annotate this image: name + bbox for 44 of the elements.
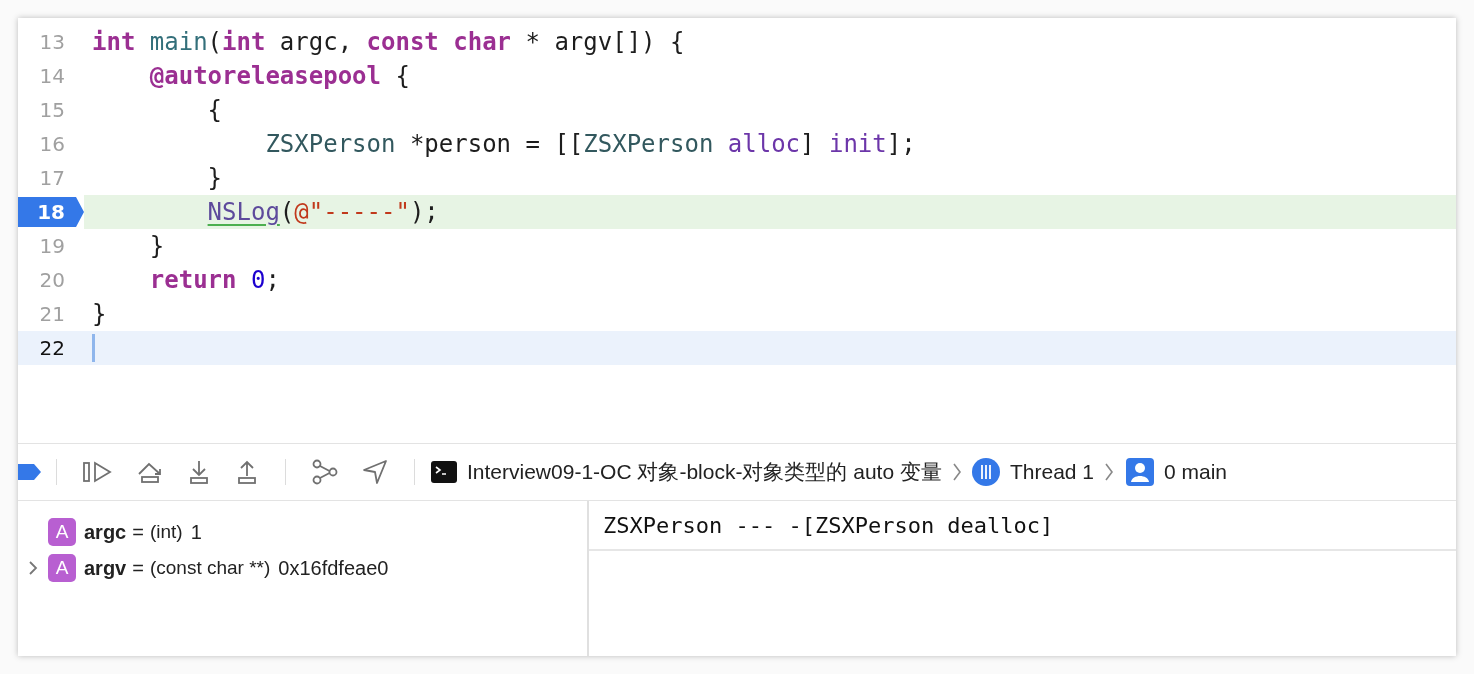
frame-name[interactable]: 0 main bbox=[1164, 460, 1228, 484]
thread-icon bbox=[971, 458, 1000, 486]
thread-name[interactable]: Thread 1 bbox=[1009, 460, 1094, 484]
equals-sign: = bbox=[132, 520, 144, 544]
location-button[interactable] bbox=[361, 458, 389, 486]
line-number: 20 bbox=[38, 267, 66, 294]
variable-badge: A bbox=[48, 518, 76, 546]
code-line: } bbox=[148, 232, 165, 260]
line-number: 17 bbox=[38, 165, 66, 192]
breakpoints-toggle-icon[interactable] bbox=[18, 463, 42, 481]
line-number: 16 bbox=[38, 131, 66, 158]
variable-name: argc bbox=[84, 520, 127, 544]
step-over-button[interactable] bbox=[136, 460, 164, 484]
variable-type: (const char **) bbox=[149, 557, 271, 579]
code-line: NSLog(@"-----"); bbox=[206, 198, 439, 226]
code-line: } bbox=[206, 164, 223, 192]
code-line: { bbox=[206, 96, 223, 124]
chevron-icon bbox=[1104, 462, 1114, 482]
variable-type: (int) bbox=[149, 521, 183, 543]
variable-value: 0x16fdfeae0 bbox=[278, 556, 389, 580]
disclosure-icon[interactable] bbox=[28, 560, 38, 576]
text-cursor bbox=[92, 334, 95, 362]
console-output: ZSXPerson --- -[ZSXPerson dealloc] bbox=[589, 501, 1456, 551]
line-number: 15 bbox=[38, 97, 66, 124]
terminal-icon bbox=[431, 461, 457, 483]
line-number: 22 bbox=[38, 335, 66, 362]
equals-sign: = bbox=[132, 556, 144, 580]
line-number: 19 bbox=[38, 233, 66, 260]
chevron-icon bbox=[951, 462, 962, 482]
process-name[interactable]: Interview09-1-OC 对象-block-对象类型的 auto 变量 bbox=[467, 458, 942, 486]
code-line: return 0; bbox=[148, 266, 280, 294]
code-line: @autoreleasepool { bbox=[148, 62, 410, 90]
person-icon bbox=[1126, 458, 1154, 486]
variable-badge: A bbox=[48, 554, 76, 582]
code-line: ZSXPerson *person = [[ZSXPerson alloc] init]; bbox=[264, 130, 916, 158]
code-line: } bbox=[92, 300, 107, 328]
continue-button[interactable] bbox=[82, 460, 114, 484]
variable-value: 1 bbox=[190, 520, 202, 544]
memory-graph-button[interactable] bbox=[311, 459, 339, 485]
line-number: 21 bbox=[38, 301, 66, 328]
line-number: 14 bbox=[38, 63, 66, 90]
code-line: int main(int argc, const char * argv[]) { bbox=[92, 28, 685, 56]
variable-name: argv bbox=[84, 556, 127, 580]
line-number: 13 bbox=[38, 29, 66, 56]
